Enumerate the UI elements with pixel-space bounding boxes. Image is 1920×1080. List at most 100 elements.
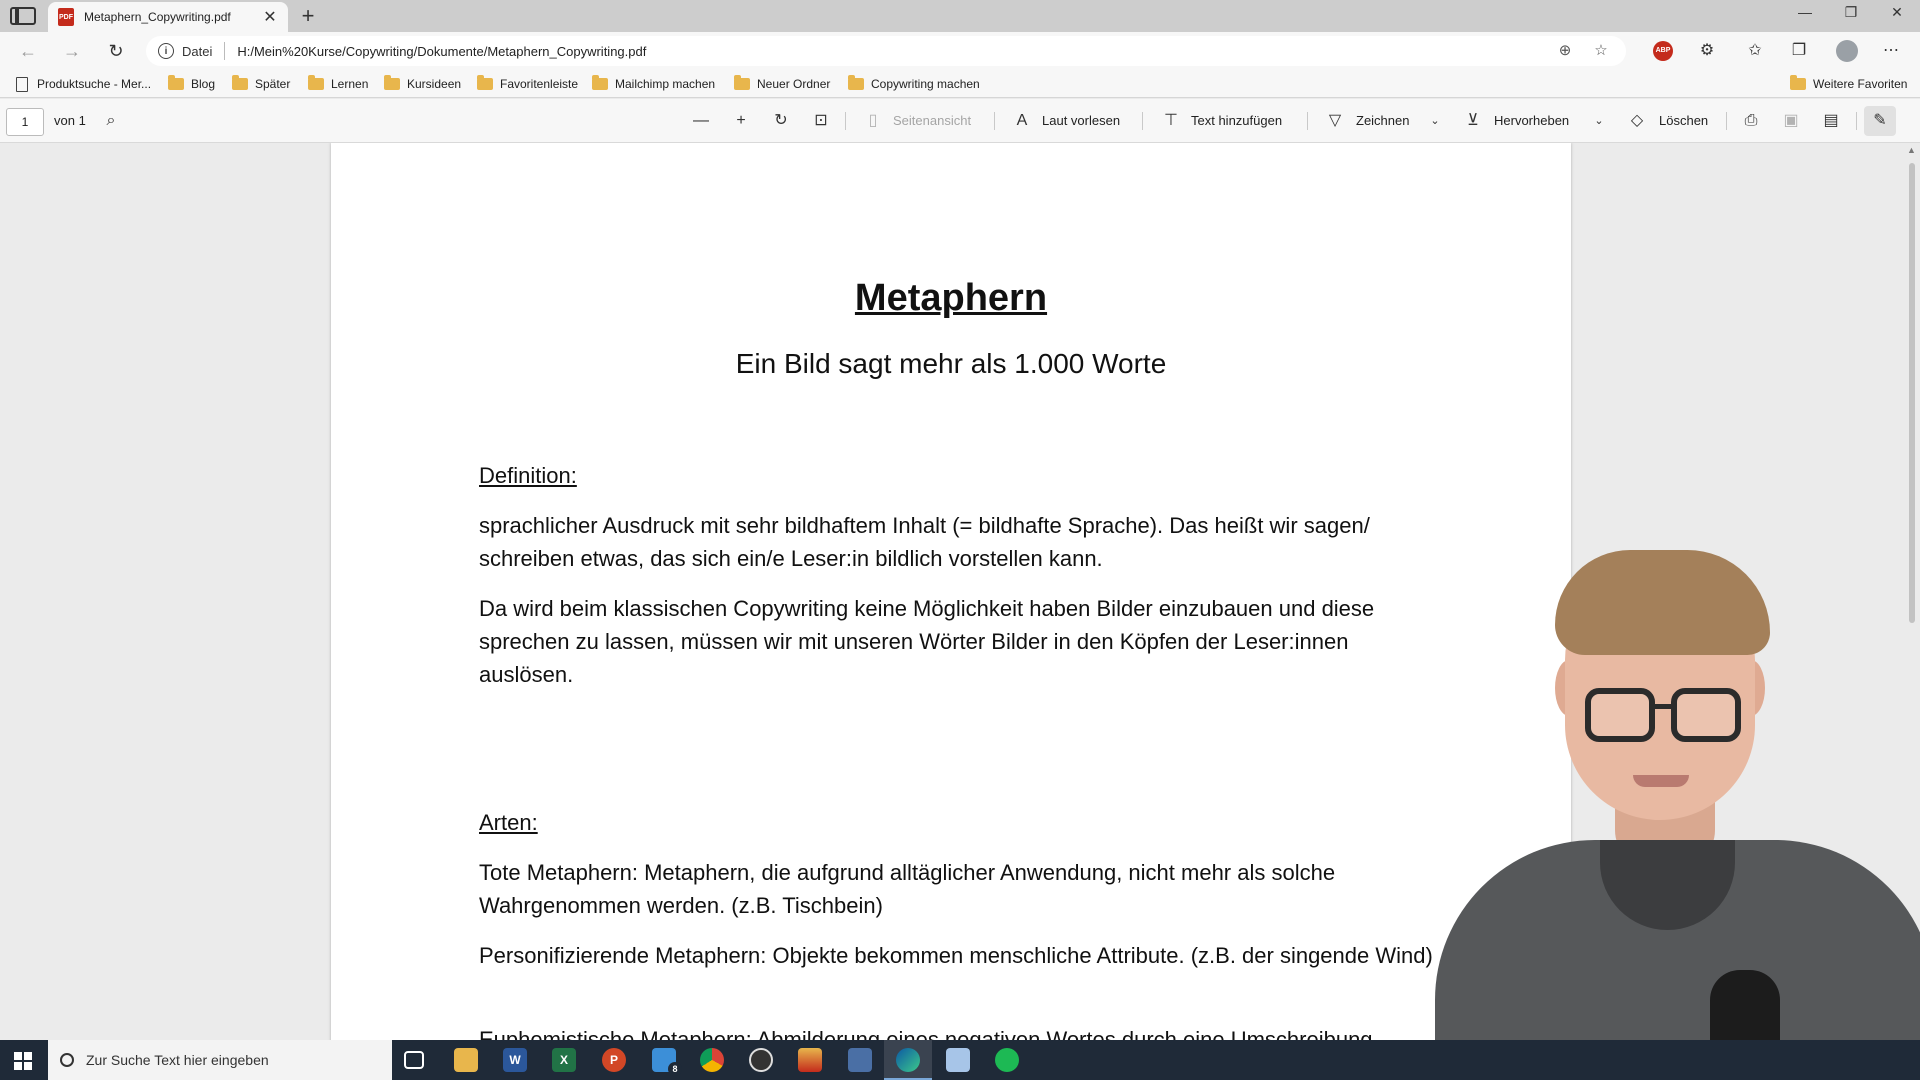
glasses-lens [1585,688,1655,742]
folder-icon [384,75,400,90]
bookmark-kursideen[interactable]: Kursideen [384,75,461,93]
search-icon[interactable]: ⌕ [100,110,122,132]
windows-start-icon[interactable] [14,1052,32,1070]
tab-actions-icon[interactable] [10,7,36,25]
scroll-up-icon[interactable]: ▲ [1907,145,1916,155]
tab-close-icon[interactable]: ✕ [262,7,278,27]
bookmark-copywriting[interactable]: Copywriting machen [848,75,980,93]
new-tab-button[interactable]: + [296,3,320,29]
toolbar-divider [845,112,846,130]
page-icon [16,76,28,92]
url-text[interactable]: H:/Mein%20Kurse/Copywriting/Dokumente/Me… [237,44,1554,59]
chevron-down-icon[interactable]: ⌄ [1588,110,1610,132]
app-icon[interactable] [848,1048,872,1072]
pdf-page: Metaphern Ein Bild sagt mehr als 1.000 W… [331,143,1571,1040]
tab-strip: PDF Metaphern_Copywriting.pdf ✕ + — ❐ ✕ [0,0,1920,32]
app-icon[interactable] [946,1048,970,1072]
active-tab[interactable]: PDF Metaphern_Copywriting.pdf ✕ [48,2,288,32]
spotify-icon[interactable] [995,1048,1019,1072]
read-aloud-icon[interactable]: A [1011,110,1033,132]
pdf-file-icon: PDF [58,8,74,26]
forward-icon[interactable]: → [58,40,86,62]
add-text-button[interactable]: Text hinzufügen [1191,113,1282,128]
search-icon [60,1053,74,1067]
bookmark-favoritenleiste[interactable]: Favoritenleiste [477,75,578,93]
document-subtitle: Ein Bild sagt mehr als 1.000 Worte [735,348,1167,379]
eraser-icon[interactable]: ◇ [1626,110,1648,132]
bookmark-label: Blog [191,77,216,91]
url-field[interactable]: i Datei H:/Mein%20Kurse/Copywriting/Doku… [146,36,1626,66]
favorites-icon[interactable]: ✩ [1742,40,1768,62]
more-menu-icon[interactable]: ⋯ [1878,40,1904,62]
taskbar-search-placeholder: Zur Suche Text hier eingeben [86,1052,269,1068]
draw-button[interactable]: Zeichnen [1356,113,1409,128]
types-paragraph-3: Euphemistische Metaphern: Abmilderung ei… [479,1027,1373,1040]
restore-button[interactable]: ❐ [1828,4,1874,21]
bookmark-label: Kursideen [407,77,462,91]
page-number-input[interactable]: 1 [6,108,44,136]
app-icon[interactable] [798,1048,822,1072]
task-view-icon[interactable] [404,1051,424,1069]
pdf-toolbar: 1 von 1 ⌕ — + ↻ ⊡ ▯ Seitenansicht A Laut… [0,99,1920,143]
omnibox-divider [224,42,226,60]
bookmark-produktsuche[interactable]: Produktsuche - Mer... [16,75,151,93]
powerpoint-icon[interactable]: P [602,1048,626,1072]
folder-icon [477,75,493,90]
toolbar-divider [994,112,995,130]
folder-icon [232,75,248,90]
bookmark-label: Neuer Ordner [757,77,831,91]
save-as-icon[interactable]: ▤ [1820,110,1842,132]
document-title: Metaphern [854,277,1048,319]
bookmark-label: Favoritenleiste [500,77,579,91]
folder-icon [1790,75,1806,90]
read-aloud-button[interactable]: Laut vorlesen [1042,113,1120,128]
reload-icon[interactable]: ↻ [102,40,130,62]
page-total: von 1 [54,113,86,128]
edge-icon[interactable] [896,1048,920,1072]
excel-icon[interactable]: X [552,1048,576,1072]
info-icon[interactable]: i [158,43,174,59]
bookmark-label: Später [255,77,291,91]
add-text-icon[interactable]: ⊤ [1160,110,1182,132]
presenter-hair [1555,550,1770,655]
highlight-icon[interactable]: ⊻ [1462,110,1484,132]
bookmark-neuer-ordner[interactable]: Neuer Ordner [734,75,830,93]
profile-avatar[interactable] [1836,40,1858,62]
close-window-button[interactable]: ✕ [1874,4,1920,21]
taskbar-search-input[interactable]: Zur Suche Text hier eingeben [48,1040,392,1080]
print-icon[interactable]: ⎙ [1740,110,1762,132]
word-icon[interactable]: W [503,1048,527,1072]
definition-heading: Definition: [479,463,577,488]
erase-button[interactable]: Löschen [1659,113,1708,128]
collections-icon[interactable]: ❐ [1786,40,1812,62]
add-favorite-icon[interactable]: ☆ [1590,40,1612,62]
file-explorer-icon[interactable] [454,1048,478,1072]
bookmark-more-favorites[interactable]: Weitere Favoriten [1790,75,1907,93]
microphone [1710,970,1780,1040]
definition-paragraph-2: Da wird beim klassischen Copywriting kei… [479,596,1375,687]
bookmark-spaeter[interactable]: Später [232,75,290,93]
zoom-in-button[interactable]: + [730,110,752,132]
fit-page-icon[interactable]: ⊡ [810,110,832,132]
back-icon[interactable]: ← [14,40,42,62]
draw-icon[interactable]: ▽ [1324,110,1346,132]
minimize-button[interactable]: — [1782,4,1828,20]
rotate-icon[interactable]: ↻ [770,110,792,132]
chrome-icon[interactable] [700,1048,724,1072]
extensions-icon[interactable]: ⚙ [1694,40,1720,62]
chevron-down-icon[interactable]: ⌄ [1424,110,1446,132]
bookmark-label: Copywriting machen [871,77,980,91]
bookmark-lernen[interactable]: Lernen [308,75,368,93]
adblock-extension-icon[interactable]: ABP [1653,41,1673,61]
address-bar: ← → ↻ i Datei H:/Mein%20Kurse/Copywritin… [0,32,1920,70]
bookmark-blog[interactable]: Blog [168,75,215,93]
highlight-button[interactable]: Hervorheben [1494,113,1569,128]
pin-toolbar-icon[interactable]: ✎ [1864,106,1896,136]
zoom-out-button[interactable]: — [690,110,712,132]
folder-icon [592,75,608,90]
bookmark-mailchimp[interactable]: Mailchimp machen [592,75,715,93]
zoom-icon[interactable]: ⊕ [1554,40,1576,62]
types-paragraph-1: Tote Metaphern: Metaphern, die aufgrund … [479,860,1336,918]
toolbar-divider [1856,112,1857,130]
obs-icon[interactable] [749,1048,773,1072]
